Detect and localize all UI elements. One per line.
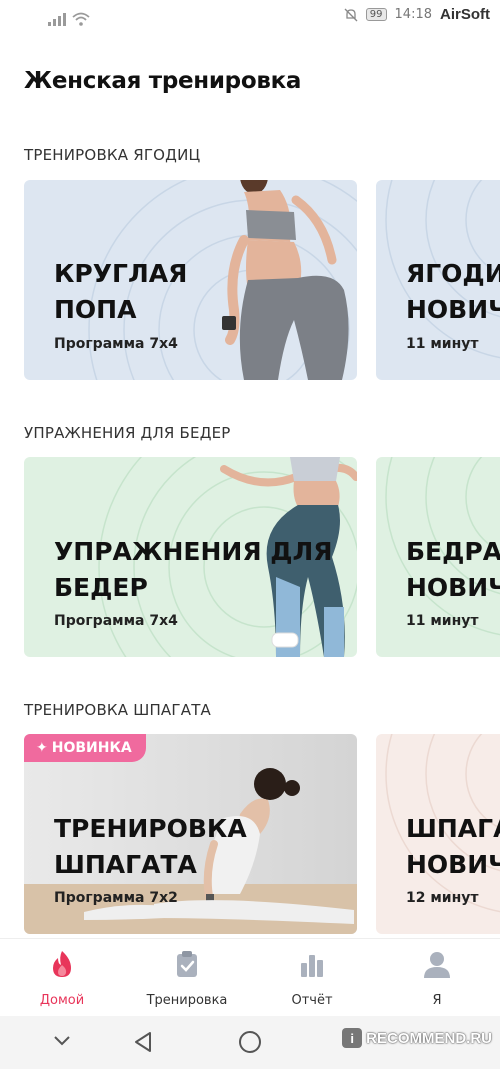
card-row-splits[interactable]: ✦ НОВИНКА ТРЕНИРОВКА ШПАГАТА Программа 7… — [24, 734, 500, 934]
workout-card-thigh-exercises[interactable]: УПРАЖНЕНИЯ ДЛЯ БЕДЕР Программа 7x4 — [24, 457, 357, 657]
nav-item-profile[interactable]: Я — [387, 949, 487, 1008]
status-time: 14:18 — [394, 7, 432, 22]
card-subtitle: 11 минут — [406, 336, 479, 352]
workout-card-glutes-beginner[interactable]: ЯГОДИЦ НОВИЧ 11 минут — [376, 180, 500, 380]
card-title-line1: ЯГОДИЦ — [406, 259, 500, 288]
card-subtitle: Программа 7x4 — [54, 613, 178, 629]
workout-card-splits[interactable]: ✦ НОВИНКА ТРЕНИРОВКА ШПАГАТА Программа 7… — [24, 734, 357, 934]
card-title-line1: КРУГЛАЯ — [54, 259, 188, 288]
watermark-logo-icon: i — [342, 1028, 363, 1048]
battery-indicator: 99 — [365, 8, 387, 21]
sparkle-icon: ✦ — [36, 740, 48, 756]
watermark: i RECOMMEND.RU — [342, 1028, 492, 1048]
card-title-line2: ШПАГАТА — [54, 850, 197, 879]
card-title-line2: НОВИЧ — [406, 573, 500, 602]
wifi-icon — [72, 12, 90, 26]
card-title-line2: НОВИЧ — [406, 850, 500, 879]
status-bar: 99 14:18 AirSoft — [0, 0, 500, 40]
nav-item-training[interactable]: Тренировка — [137, 949, 237, 1008]
back-icon[interactable] — [132, 1030, 154, 1054]
clipboard-icon — [177, 951, 197, 977]
section-title-glutes: ТРЕНИРОВКА ЯГОДИЦ — [24, 146, 201, 164]
status-right: 99 14:18 AirSoft — [344, 6, 490, 23]
watermark-text: RECOMMEND.RU — [366, 1029, 492, 1047]
card-subtitle: 12 минут — [406, 890, 479, 906]
card-subtitle: 11 минут — [406, 613, 479, 629]
chevron-down-icon[interactable] — [52, 1034, 72, 1048]
card-subtitle: Программа 7x2 — [54, 890, 178, 906]
nav-item-home[interactable]: Домой — [12, 949, 112, 1008]
card-subtitle: Программа 7x4 — [54, 336, 178, 352]
workout-card-thighs-beginner[interactable]: БЕДРА НОВИЧ 11 минут — [376, 457, 500, 657]
page-title: Женская тренировка — [24, 68, 302, 94]
nav-label: Отчёт — [291, 993, 333, 1008]
nav-item-report[interactable]: Отчёт — [262, 949, 362, 1008]
card-title-line1: ШПАГАТ — [406, 814, 500, 843]
card-title-line2: БЕДЕР — [54, 573, 148, 602]
new-badge: ✦ НОВИНКА — [24, 734, 146, 762]
section-title-thighs: УПРАЖНЕНИЯ ДЛЯ БЕДЕР — [24, 424, 231, 442]
home-circle-icon[interactable] — [238, 1030, 262, 1054]
badge-label: НОВИНКА — [51, 740, 132, 756]
card-row-glutes[interactable]: КРУГЛАЯ ПОПА Программа 7x4 ЯГОДИЦ НОВИЧ … — [24, 180, 500, 380]
card-title-line1: БЕДРА — [406, 537, 500, 566]
system-navigation-bar: i RECOMMEND.RU — [0, 1016, 500, 1069]
card-row-thighs[interactable]: УПРАЖНЕНИЯ ДЛЯ БЕДЕР Программа 7x4 БЕДРА… — [24, 457, 500, 657]
flame-icon — [53, 951, 71, 977]
card-title-line2: НОВИЧ — [406, 295, 500, 324]
signal-icon — [48, 13, 66, 26]
woman-figure-image — [222, 180, 349, 380]
workout-card-splits-beginner[interactable]: ШПАГАТ НОВИЧ 12 минут — [376, 734, 500, 934]
bar-chart-icon — [301, 955, 323, 977]
bell-muted-icon — [344, 8, 358, 21]
card-title-line1: УПРАЖНЕНИЯ ДЛЯ — [54, 537, 333, 566]
status-left — [48, 12, 90, 26]
bottom-navigation: Домой Тренировка Отчёт Я — [0, 938, 500, 1016]
person-icon — [424, 952, 450, 978]
workout-card-round-butt[interactable]: КРУГЛАЯ ПОПА Программа 7x4 — [24, 180, 357, 380]
brand-label: AirSoft — [440, 6, 490, 23]
nav-label: Тренировка — [146, 993, 228, 1008]
card-title-line1: ТРЕНИРОВКА — [54, 814, 247, 843]
nav-label: Домой — [39, 993, 85, 1008]
card-title-line2: ПОПА — [54, 295, 137, 324]
section-title-splits: ТРЕНИРОВКА ШПАГАТА — [24, 701, 212, 719]
nav-label: Я — [432, 993, 442, 1008]
